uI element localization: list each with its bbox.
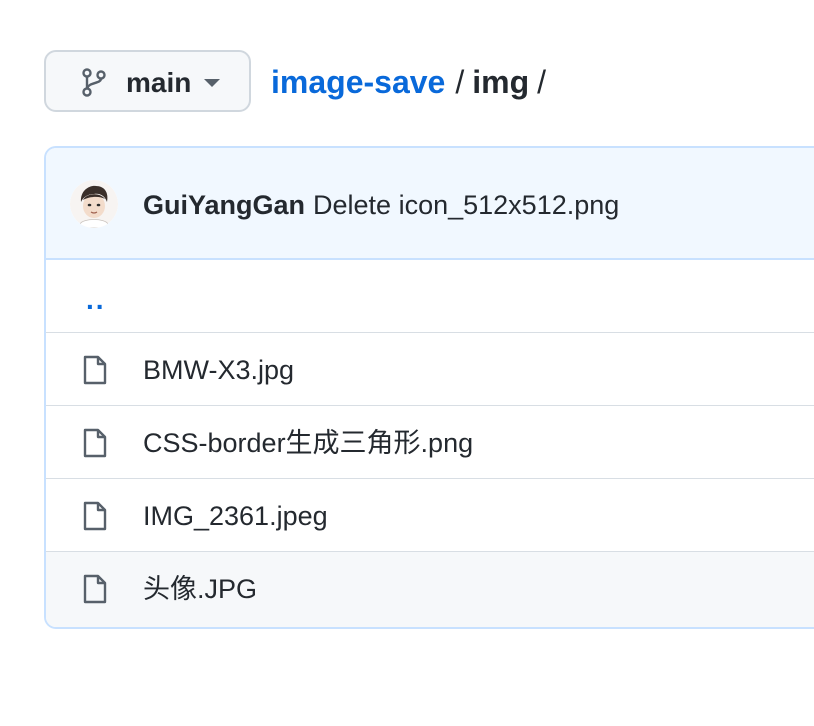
git-branch-icon [82, 68, 106, 97]
breadcrumb-separator: / [455, 64, 465, 100]
branch-selector-button[interactable]: main [44, 50, 251, 112]
breadcrumb: image-save / img / [271, 62, 546, 102]
breadcrumb-separator-end: / [537, 64, 546, 100]
file-icon [83, 574, 107, 604]
breadcrumb-current-folder: img [472, 64, 530, 100]
commit-author[interactable]: GuiYangGan [143, 190, 305, 220]
avatar[interactable] [70, 180, 118, 228]
file-icon [83, 428, 107, 458]
file-name-link[interactable]: IMG_2361.jpeg [143, 499, 328, 533]
parent-directory-link[interactable]: .. [86, 286, 106, 314]
file-name-link[interactable]: BMW-X3.jpg [143, 353, 294, 387]
page: main image-save / img / GuiYangGan Delet… [0, 0, 814, 726]
file-row[interactable]: 头像.JPG [46, 552, 814, 627]
file-row[interactable]: IMG_2361.jpeg [46, 479, 814, 552]
file-row[interactable]: CSS-border生成三角形.png [46, 406, 814, 479]
file-row[interactable]: BMW-X3.jpg [46, 333, 814, 406]
commit-message[interactable]: Delete icon_512x512.png [313, 190, 619, 220]
file-list: GuiYangGan Delete icon_512x512.png .. BMW… [44, 146, 814, 629]
caret-down-icon [204, 79, 220, 87]
commit-summary: GuiYangGan Delete icon_512x512.png [143, 188, 619, 222]
branch-name: main [126, 67, 192, 98]
avatar-image [70, 180, 118, 228]
breadcrumb-repo-link[interactable]: image-save [271, 64, 445, 100]
parent-directory-row[interactable]: .. [46, 260, 814, 333]
latest-commit-header: GuiYangGan Delete icon_512x512.png [46, 148, 814, 260]
file-icon [83, 501, 107, 531]
file-name-link[interactable]: CSS-border生成三角形.png [143, 426, 473, 460]
file-icon [83, 355, 107, 385]
file-name-link[interactable]: 头像.JPG [143, 572, 257, 606]
